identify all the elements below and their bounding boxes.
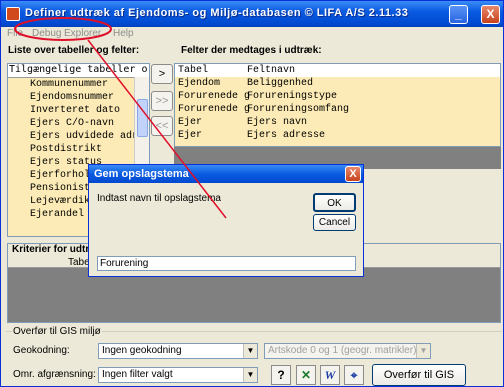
cell-tabel: Ejer bbox=[178, 130, 203, 141]
list-item[interactable]: Inverteret dato bbox=[8, 104, 149, 117]
cell-tabel: Ejer bbox=[178, 117, 203, 128]
list-item[interactable]: Ejendomsnummer bbox=[8, 91, 149, 104]
add-field-button[interactable]: > bbox=[151, 64, 173, 84]
selected-fields-table[interactable]: Tabel Feltnavn Ejendom Beliggenhed Foruren… bbox=[174, 63, 501, 147]
excel-button[interactable]: ✕ bbox=[296, 365, 316, 385]
list-item[interactable]: Kommunenummer bbox=[8, 78, 149, 91]
minimize-button[interactable]: _ bbox=[449, 5, 468, 24]
table-header: Tabel Feltnavn bbox=[175, 64, 500, 77]
add-all-button[interactable]: >> bbox=[151, 91, 173, 111]
cell-tabel: Ejendom bbox=[178, 78, 221, 89]
column-header-tabel: Tabel bbox=[178, 65, 209, 76]
criteria-column-tabel: Tabe bbox=[68, 257, 90, 268]
menu-explorer[interactable]: Explorer bbox=[64, 28, 101, 39]
column-header-feltnavn: Feltnavn bbox=[247, 65, 296, 76]
transfer-gis-button[interactable]: Overfør til GIS bbox=[372, 364, 466, 386]
app-icon bbox=[6, 7, 20, 21]
list-header: Tilgængelige tabeller o bbox=[8, 64, 149, 78]
area-filter-value: Ingen filter valgt bbox=[102, 369, 173, 380]
menu-file[interactable]: File bbox=[7, 28, 23, 39]
table-row[interactable]: Forurenede g Forureningsomfang bbox=[175, 103, 500, 116]
cell-feltnavn: Ejers adresse bbox=[247, 130, 326, 141]
dialog-cancel-button[interactable]: Cancel bbox=[313, 214, 356, 231]
menu-bar: File Debug Explorer Help bbox=[1, 27, 503, 41]
artskode-select[interactable]: Artskode 0 og 1 (geogr. matrikler) ▼ bbox=[264, 343, 431, 359]
gis-group-label: Overfør til GIS miljø bbox=[12, 326, 102, 337]
table-row[interactable]: Forurenede g Forureningstype bbox=[175, 90, 500, 103]
cell-feltnavn: Forureningstype bbox=[247, 91, 338, 102]
dialog-close-button[interactable]: X bbox=[345, 166, 361, 182]
table-row[interactable]: Ejendom Beliggenhed bbox=[175, 77, 500, 90]
dialog-prompt: Indtast navn til opslagstema bbox=[97, 193, 221, 204]
cell-feltnavn: Forureningsomfang bbox=[247, 104, 350, 115]
map-pin-icon: ⌖ bbox=[350, 368, 358, 382]
chevron-down-icon: ▼ bbox=[416, 344, 430, 358]
geocoding-select[interactable]: Ingen geokodning ▼ bbox=[98, 343, 258, 359]
chevron-down-icon: ▼ bbox=[243, 368, 257, 382]
criteria-label: Kriterier for udtra bbox=[12, 244, 95, 255]
window-title: Definer udtræk af Ejendoms- og Miljø-dat… bbox=[25, 7, 409, 19]
area-filter-select[interactable]: Ingen filter valgt ▼ bbox=[98, 367, 258, 383]
geocoding-label: Geokodning: bbox=[13, 345, 70, 356]
title-bar: Definer udtræk af Ejendoms- og Miljø-dat… bbox=[1, 1, 503, 27]
artskode-value: Artskode 0 og 1 (geogr. matrikler) bbox=[268, 345, 417, 356]
remove-field-button[interactable]: << bbox=[151, 116, 173, 136]
scrollbar-thumb[interactable] bbox=[137, 99, 148, 137]
dialog-ok-button[interactable]: OK bbox=[313, 193, 356, 212]
right-panel-label: Felter der medtages i udtræk: bbox=[181, 45, 322, 56]
dialog-title-bar: Gem opslagstema X bbox=[89, 165, 363, 183]
theme-name-input[interactable]: Forurening bbox=[97, 256, 356, 271]
close-button[interactable]: X bbox=[481, 5, 500, 24]
help-button[interactable]: ? bbox=[271, 365, 291, 385]
list-item[interactable]: Ejers udvidede adre bbox=[8, 130, 149, 143]
cell-tabel: Forurenede g bbox=[178, 104, 251, 115]
geocoding-value: Ingen geokodning bbox=[102, 345, 182, 356]
area-filter-label: Omr. afgrænsning: bbox=[13, 369, 96, 380]
menu-help[interactable]: Help bbox=[113, 28, 134, 39]
cell-feltnavn: Ejers navn bbox=[247, 117, 308, 128]
menu-debug[interactable]: Debug bbox=[32, 28, 61, 39]
chevron-down-icon: ▼ bbox=[243, 344, 257, 358]
table-row[interactable]: Ejer Ejers navn bbox=[175, 116, 500, 129]
map-button[interactable]: ⌖ bbox=[344, 365, 364, 385]
left-panel-label: Liste over tabeller og felter: bbox=[8, 45, 140, 56]
word-button[interactable]: W bbox=[320, 365, 340, 385]
save-theme-dialog: Gem opslagstema X Indtast navn til opsla… bbox=[88, 164, 364, 277]
table-row[interactable]: Ejer Ejers adresse bbox=[175, 129, 500, 142]
excel-icon: ✕ bbox=[300, 368, 312, 382]
help-icon: ? bbox=[277, 368, 285, 382]
list-item[interactable]: Postdistrikt bbox=[8, 143, 149, 156]
cell-tabel: Forurenede g bbox=[178, 91, 251, 102]
dialog-title: Gem opslagstema bbox=[94, 168, 189, 180]
cell-feltnavn: Beliggenhed bbox=[247, 78, 314, 89]
word-icon: W bbox=[324, 368, 336, 382]
list-item[interactable]: Ejers C/O-navn bbox=[8, 117, 149, 130]
